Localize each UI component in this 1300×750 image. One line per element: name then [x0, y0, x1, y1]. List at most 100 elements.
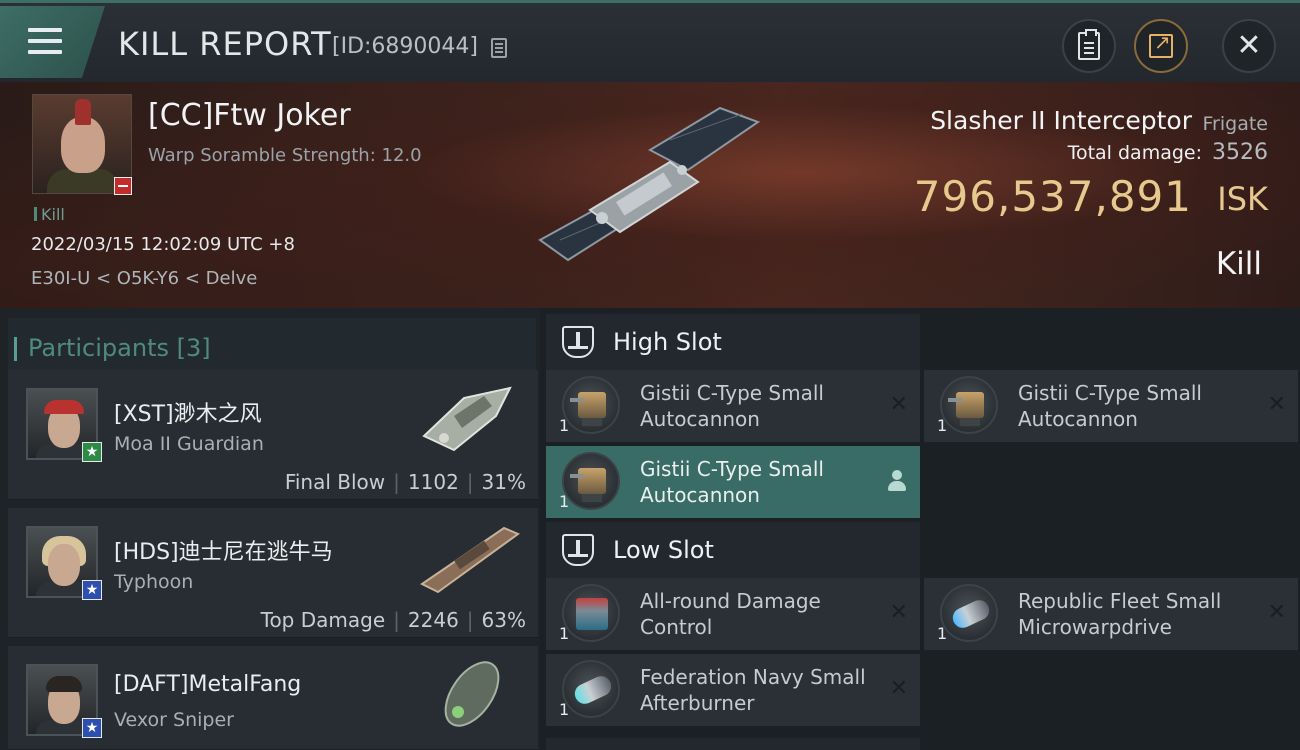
module-quantity: 1 — [559, 492, 570, 511]
afterburner-shape — [571, 672, 615, 708]
total-damage-value: 3526 — [1212, 140, 1268, 165]
next-slot-header — [546, 738, 920, 750]
clipboard-icon — [1078, 29, 1100, 60]
destroyed-icon: ✕ — [889, 600, 908, 625]
microwarpdrive-icon — [940, 584, 998, 642]
result-label: Kill — [1215, 246, 1262, 282]
avatar-hair — [46, 676, 82, 692]
participant-name: [HDS]迪士尼在逃牛马 — [114, 540, 333, 565]
module-item[interactable]: 1 Gistii C-Type Small Autocannon ✕ — [924, 370, 1298, 442]
menu-button[interactable] — [0, 6, 105, 78]
module-quantity: 1 — [937, 624, 948, 643]
module-quantity: 1 — [559, 624, 570, 643]
module-item[interactable]: 1 Republic Fleet Small Microwarpdrive ✕ — [924, 578, 1298, 650]
header-bar: KILL REPORT [ID:6890044] ✕ — [0, 0, 1300, 82]
hamburger-icon-bar — [28, 39, 62, 43]
autocannon-shape — [570, 468, 606, 502]
page-title: KILL REPORT — [118, 25, 332, 63]
participants-header: Participants [3] — [8, 318, 536, 374]
total-damage-label: Total damage: — [1067, 142, 1202, 164]
low-slot-title: Low Slot — [613, 536, 714, 564]
scramble-strength: Warp Soramble Strength: 12.0 — [148, 145, 422, 166]
destroyed-icon: ✕ — [889, 392, 908, 417]
damage-control-icon — [562, 584, 620, 642]
clipboard-button[interactable] — [1062, 19, 1116, 73]
participant-name: [XST]渺木之风 — [114, 402, 262, 427]
autocannon-shape — [948, 392, 984, 426]
module-name: Gistii C-Type Small Autocannon — [640, 457, 824, 507]
participant-damage: 2246 — [407, 608, 459, 632]
victim-ship-name[interactable]: Slasher II Interceptor — [930, 106, 1192, 135]
hamburger-icon — [28, 28, 62, 32]
participant-ship-image — [420, 526, 521, 594]
module-item-selected[interactable]: 1 Gistii C-Type Small Autocannon — [546, 446, 920, 518]
kill-datetime: 2022/03/15 12:02:09 UTC +8 — [31, 234, 295, 255]
kill-location[interactable]: E30I-U < O5K-Y6 < Delve — [31, 268, 257, 289]
participants-panel: Participants [3] ★ [XST]渺木之风 Moa II Guar… — [0, 308, 540, 750]
destroyed-icon: ✕ — [1267, 600, 1286, 625]
participant-card[interactable]: ★ [DAFT]MetalFang Vexor Sniper — [8, 646, 538, 750]
destroyed-icon: ✕ — [889, 676, 908, 701]
separator: | — [393, 608, 400, 632]
module-quantity: 1 — [937, 416, 948, 435]
high-slot-header: High Slot — [546, 314, 920, 370]
microwarpdrive-shape — [949, 596, 993, 632]
close-icon: ✕ — [1236, 28, 1262, 63]
victim-ship-class: Frigate — [1202, 113, 1268, 135]
low-slot-header: Low Slot — [546, 522, 920, 578]
participant-ship-image — [422, 386, 512, 452]
damage-control-shape — [576, 598, 608, 630]
isk-value: 796,537,891 — [913, 172, 1192, 221]
autocannon-shape — [570, 392, 606, 426]
copy-icon[interactable] — [491, 38, 507, 58]
module-item[interactable]: 1 Federation Navy Small Afterburner ✕ — [546, 654, 920, 726]
participant-ship: Typhoon — [114, 571, 194, 593]
participants-title: Participants [3] — [14, 334, 211, 362]
destroyed-icon: ✕ — [1267, 392, 1286, 417]
autocannon-icon — [562, 376, 620, 434]
participant-stats: Final Blow | 1102 | 31% — [285, 470, 526, 494]
module-name: Republic Fleet Small Microwarpdrive — [1018, 589, 1222, 639]
module-name: All-round Damage Control — [640, 589, 821, 639]
participant-role: Final Blow — [284, 470, 386, 494]
report-id: [ID:6890044] — [332, 34, 478, 59]
avatar-face — [61, 117, 105, 173]
participant-card[interactable]: ★ [XST]渺木之风 Moa II Guardian Final Blow | 1… — [8, 370, 538, 500]
autocannon-icon — [940, 376, 998, 434]
module-name: Gistii C-Type Small Autocannon — [640, 381, 824, 431]
star-icon: ★ — [82, 580, 102, 600]
star-icon: ★ — [82, 718, 102, 738]
hamburger-icon-bar — [28, 50, 62, 54]
module-item[interactable]: 1 All-round Damage Control ✕ — [546, 578, 920, 650]
share-icon — [1149, 30, 1173, 58]
kill-tag: Kill — [34, 205, 65, 224]
participant-name: [DAFT]MetalFang — [114, 672, 302, 697]
fitting-panel: High Slot 1 Gistii C-Type Small Autocann… — [540, 308, 1300, 750]
participant-percent: 31% — [481, 470, 526, 494]
module-name: Gistii C-Type Small Autocannon — [1018, 381, 1202, 431]
module-name: Federation Navy Small Afterburner — [640, 665, 866, 715]
participant-card[interactable]: ★ [HDS]迪士尼在逃牛马 Typhoon Top Damage | 2246 | 6… — [8, 508, 538, 638]
autocannon-icon — [562, 452, 620, 510]
participant-percent: 63% — [481, 608, 526, 632]
avatar-hair — [75, 99, 91, 125]
afterburner-icon — [562, 660, 620, 718]
person-icon — [888, 470, 906, 492]
isk-unit: ISK — [1217, 180, 1268, 218]
participant-damage: 1102 — [407, 470, 459, 494]
module-quantity: 1 — [559, 700, 570, 719]
victim-ship-image — [538, 106, 761, 262]
separator: | — [466, 470, 474, 494]
close-button[interactable]: ✕ — [1222, 19, 1276, 73]
high-slot-title: High Slot — [613, 328, 722, 356]
low-slot-icon — [562, 534, 594, 566]
module-item[interactable]: 1 Gistii C-Type Small Autocannon ✕ — [546, 370, 920, 442]
participant-ship: Moa II Guardian — [114, 433, 264, 455]
share-button[interactable] — [1134, 19, 1188, 73]
high-slot-icon — [562, 326, 594, 358]
separator: | — [466, 608, 474, 632]
participant-role: Top Damage — [260, 608, 386, 632]
victim-name[interactable]: [CC]Ftw Joker — [148, 98, 351, 133]
star-icon: ★ — [82, 442, 102, 462]
participant-ship-image — [444, 661, 500, 727]
